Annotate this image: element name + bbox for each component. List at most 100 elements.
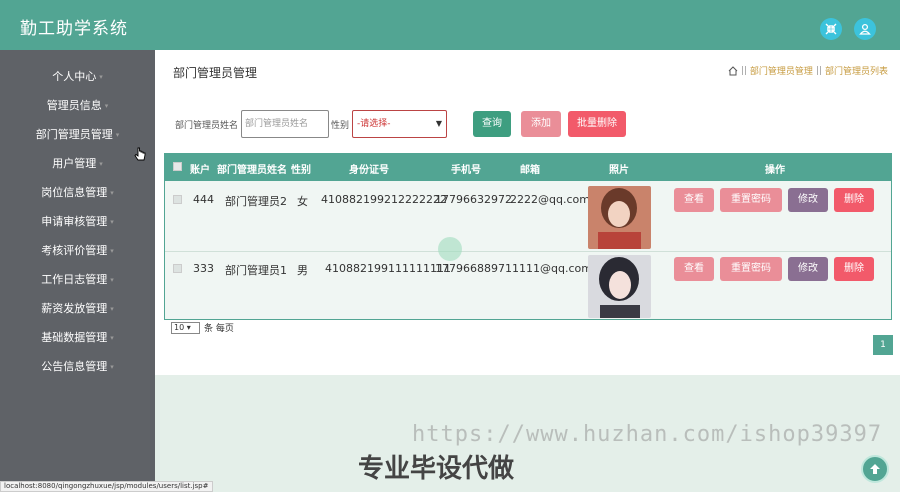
cell-name: 部门管理员2: [225, 195, 287, 208]
edit-button[interactable]: 修改: [788, 257, 828, 281]
sidebar-item-basedata[interactable]: 基础数据管理 ▾: [0, 327, 155, 349]
breadcrumb-separator: ||: [740, 65, 747, 76]
view-button[interactable]: 查看: [674, 257, 714, 281]
view-button[interactable]: 查看: [674, 188, 714, 212]
page-size-control: 10 ▾ 条 每页: [171, 321, 234, 334]
cell-account: 333: [193, 262, 214, 275]
chevron-down-icon: ▾: [99, 160, 103, 168]
sidebar-item-evaluation[interactable]: 考核评价管理 ▾: [0, 240, 155, 262]
reset-password-button[interactable]: 重置密码: [720, 188, 782, 212]
cell-phone: 17796688971: [435, 262, 512, 275]
breadcrumb-item[interactable]: 部门管理员列表: [825, 64, 888, 77]
breadcrumb: || 部门管理员管理 || 部门管理员列表: [728, 64, 888, 77]
user-icon: [859, 23, 871, 35]
row-divider: [165, 251, 891, 252]
sidebar-item-label: 申请审核管理: [41, 215, 108, 228]
sidebar-item-label: 考核评价管理: [41, 244, 108, 257]
sidebar-item-admin[interactable]: 管理员信息 ▾: [0, 95, 155, 117]
column-header: 照片: [609, 165, 629, 176]
sidebar-item-users[interactable]: 用户管理 ▾: [0, 153, 155, 175]
breadcrumb-separator: ||: [815, 65, 822, 76]
sidebar-item-label: 个人中心: [52, 70, 97, 83]
chevron-down-icon: ▾: [110, 189, 114, 197]
chevron-down-icon: ▼: [435, 119, 442, 128]
hand-cursor-icon: [134, 147, 146, 161]
back-to-top-button[interactable]: [861, 455, 889, 483]
sidebar-item-label: 公告信息管理: [41, 360, 108, 373]
sidebar-item-label: 薪资发放管理: [41, 302, 108, 315]
sidebar-item-salary[interactable]: 薪资发放管理 ▾: [0, 298, 155, 320]
chevron-down-icon: ▾: [110, 218, 114, 226]
delete-button[interactable]: 删除: [834, 257, 874, 281]
breadcrumb-item[interactable]: 部门管理员管理: [750, 64, 813, 77]
page-size-label: 条 每页: [204, 324, 234, 334]
sidebar-item-jobs[interactable]: 岗位信息管理 ▾: [0, 182, 155, 204]
row-checkbox[interactable]: [173, 195, 182, 204]
watermark-text: 专业毕设代做: [358, 454, 515, 484]
row-checkbox[interactable]: [173, 264, 182, 273]
arrow-up-icon: [870, 464, 880, 474]
photo-thumbnail[interactable]: [588, 186, 651, 249]
cell-id-card: 410882199111111111: [325, 262, 451, 275]
column-header: 性别: [291, 165, 311, 176]
page-title: 部门管理员管理: [173, 66, 258, 80]
gender-select[interactable]: -请选择- ▼: [352, 110, 447, 138]
sidebar-item-label: 基础数据管理: [41, 331, 108, 344]
chevron-down-icon: ▾: [110, 334, 114, 342]
status-bar-url: localhost:8080/qingongzhuxue/jsp/modules…: [0, 481, 213, 492]
name-filter-label: 部门管理员姓名: [175, 121, 239, 131]
data-table: 账户 部门管理员姓名 性别 身份证号 手机号 邮箱 照片 操作 444 部门管理…: [164, 153, 892, 320]
chevron-down-icon: ▾: [110, 276, 114, 284]
select-all-checkbox[interactable]: [173, 162, 182, 171]
cell-id-card: 410882199212222222: [321, 193, 447, 206]
sidebar-item-label: 管理员信息: [46, 99, 102, 112]
chevron-down-icon: ▾: [115, 131, 120, 139]
batch-delete-button[interactable]: 批量删除: [568, 111, 626, 137]
user-button[interactable]: [854, 18, 876, 40]
add-button[interactable]: 添加: [521, 111, 561, 137]
page-size-value: 10: [174, 322, 185, 332]
reset-password-button[interactable]: 重置密码: [720, 257, 782, 281]
chevron-down-icon: ▾: [104, 102, 109, 110]
column-header: 手机号: [451, 165, 481, 176]
chevron-down-icon: ▾: [110, 247, 114, 255]
chevron-down-icon: ▾: [110, 305, 114, 313]
sidebar-item-label: 工作日志管理: [41, 273, 108, 286]
sidebar-item-personal[interactable]: 个人中心 ▾: [0, 66, 155, 88]
app-title: 勤工助学系统: [20, 19, 128, 39]
page-size-select[interactable]: 10 ▾: [171, 321, 200, 334]
shrink-icon: [825, 23, 837, 35]
cell-name: 部门管理员1: [225, 264, 287, 277]
chevron-down-icon: ▾: [110, 363, 114, 371]
name-search-input[interactable]: 部门管理员姓名: [241, 110, 329, 138]
cell-email: 1111@qq.com: [512, 262, 592, 275]
cell-gender: 女: [297, 195, 308, 208]
sidebar-item-dept-admin[interactable]: 部门管理员管理 ▾: [0, 124, 155, 146]
watermark-url: https://www.huzhan.com/ishop39397: [412, 422, 883, 447]
sidebar-item-worklog[interactable]: 工作日志管理 ▾: [0, 269, 155, 291]
delete-button[interactable]: 删除: [834, 188, 874, 212]
shrink-button[interactable]: [820, 18, 842, 40]
edit-button[interactable]: 修改: [788, 188, 828, 212]
sidebar-item-label: 部门管理员管理: [35, 128, 113, 141]
table-header: 账户 部门管理员姓名 性别 身份证号 手机号 邮箱 照片 操作: [165, 154, 891, 181]
column-header: 部门管理员姓名: [217, 165, 287, 176]
search-button[interactable]: 查询: [473, 111, 511, 137]
gender-filter-label: 性别: [331, 121, 350, 131]
chevron-down-icon: ▾: [99, 73, 103, 81]
photo-thumbnail[interactable]: [588, 255, 651, 318]
sidebar-item-label: 岗位信息管理: [41, 186, 108, 199]
main-content: 部门管理员管理 || 部门管理员管理 || 部门管理员列表 部门管理员姓名 部门…: [155, 50, 900, 375]
cell-account: 444: [193, 193, 214, 206]
column-header: 账户: [190, 165, 210, 176]
page-number-button[interactable]: 1: [873, 335, 893, 355]
click-ripple: [438, 237, 462, 261]
sidebar-item-review[interactable]: 申请审核管理 ▾: [0, 211, 155, 233]
top-bar: 勤工助学系统: [0, 0, 900, 50]
sidebar-item-label: 用户管理: [52, 157, 97, 170]
cell-email: 2222@qq.com: [510, 193, 590, 206]
sidebar: 个人中心 ▾ 管理员信息 ▾ 部门管理员管理 ▾ 用户管理 ▾ 岗位信息管理 ▾ 申请审核…: [0, 50, 155, 492]
sidebar-item-notice[interactable]: 公告信息管理 ▾: [0, 356, 155, 378]
column-header: 身份证号: [349, 165, 389, 176]
gender-selected-value: -请选择-: [357, 119, 391, 129]
